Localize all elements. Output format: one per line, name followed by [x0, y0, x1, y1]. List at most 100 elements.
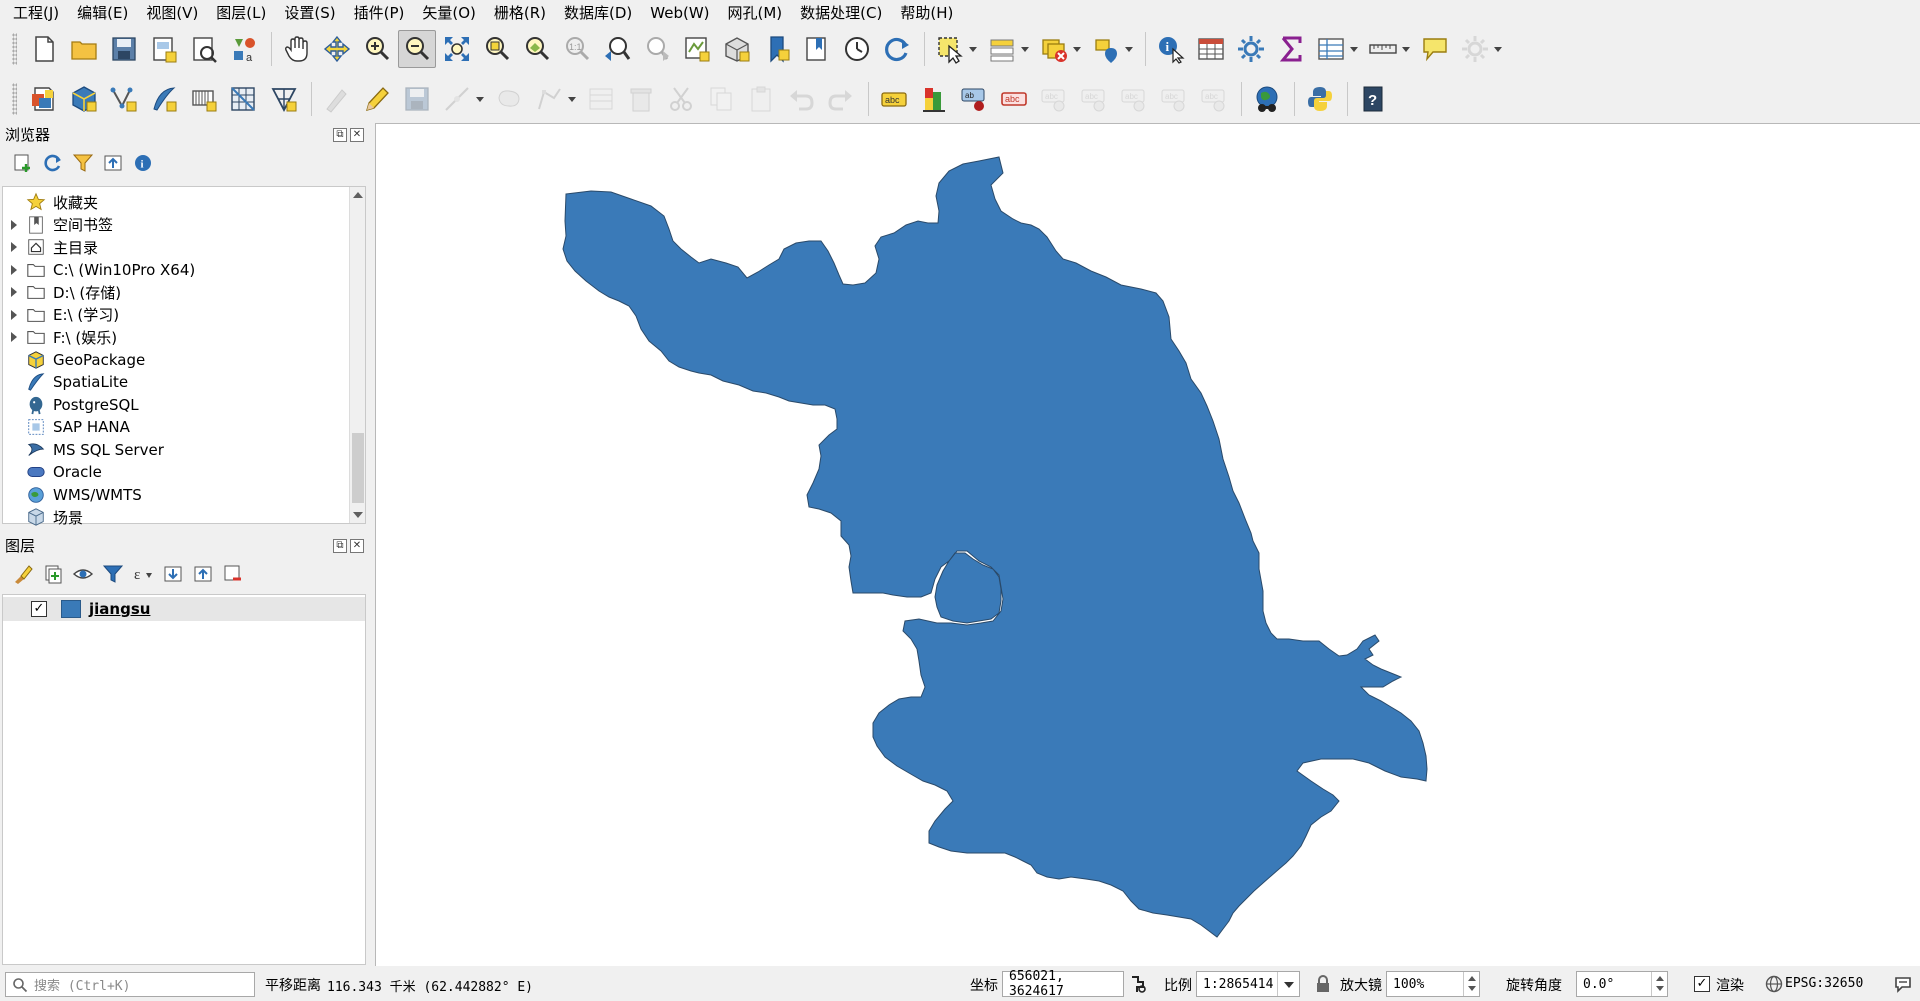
- zoom-full-icon[interactable]: [438, 30, 476, 68]
- cut-features-icon[interactable]: [662, 80, 700, 118]
- rotation-spinbox[interactable]: 0.0°: [1576, 971, 1668, 997]
- spin-arrows-icon[interactable]: [1651, 972, 1667, 996]
- browser-item[interactable]: 空间书签: [3, 214, 349, 237]
- toggle-editing-icon[interactable]: [358, 80, 396, 118]
- browser-item[interactable]: GeoPackage: [3, 349, 349, 372]
- paste-features-icon[interactable]: [742, 80, 780, 118]
- crs-button[interactable]: EPSG:32650: [1785, 976, 1863, 991]
- current-edits-icon[interactable]: [318, 80, 356, 118]
- open-styling-icon[interactable]: [8, 559, 38, 589]
- identify-features-icon[interactable]: i: [1152, 30, 1190, 68]
- menu-item-7[interactable]: 栅格(R): [485, 0, 555, 26]
- collapse-all-icon[interactable]: [98, 148, 128, 178]
- save-edits-icon[interactable]: [398, 80, 436, 118]
- zoom-to-selection-icon[interactable]: [478, 30, 516, 68]
- filter-icon[interactable]: [68, 148, 98, 178]
- new-spatialite-layer-icon[interactable]: [145, 80, 183, 118]
- select-location-icon[interactable]: [1087, 30, 1125, 68]
- float-panel-icon[interactable]: ⧉: [333, 128, 347, 142]
- data-source-manager-icon[interactable]: [25, 80, 63, 118]
- pan-to-selection-icon[interactable]: [318, 30, 356, 68]
- browser-item[interactable]: 主目录: [3, 236, 349, 259]
- magnifier-spinbox[interactable]: 100%: [1386, 971, 1480, 997]
- open-field-calculator-icon[interactable]: [1312, 30, 1350, 68]
- deselect-all-icon[interactable]: [1035, 30, 1073, 68]
- add-feature-icon[interactable]: [490, 80, 528, 118]
- zoom-next-icon[interactable]: [638, 30, 676, 68]
- close-panel-icon[interactable]: ✕: [350, 539, 364, 553]
- new-virtual-layer-icon[interactable]: [225, 80, 263, 118]
- delete-selected-icon[interactable]: [622, 80, 660, 118]
- scale-combobox[interactable]: 1:2865414: [1196, 971, 1300, 997]
- map-canvas[interactable]: [375, 123, 1920, 966]
- menu-item-0[interactable]: 工程(J): [4, 0, 68, 26]
- properties-icon[interactable]: i: [128, 148, 158, 178]
- style-manager-icon[interactable]: a: [225, 30, 263, 68]
- refresh-icon[interactable]: [878, 30, 916, 68]
- menu-item-12[interactable]: 帮助(H): [891, 0, 962, 26]
- help-icon[interactable]: ?: [1354, 80, 1392, 118]
- show-hide-labels-icon[interactable]: abc: [1075, 80, 1113, 118]
- crs-globe-icon[interactable]: [1765, 975, 1783, 993]
- new-temporary-layer-icon[interactable]: [185, 80, 223, 118]
- open-project-icon[interactable]: [65, 30, 103, 68]
- collapse-all-icon[interactable]: [188, 559, 218, 589]
- locator-search-input[interactable]: 搜索 (Ctrl+K): [5, 972, 255, 997]
- menu-item-10[interactable]: 网孔(M): [719, 0, 792, 26]
- vertex-tool-icon[interactable]: [530, 80, 568, 118]
- georeferencer-icon[interactable]: [1248, 80, 1286, 118]
- manage-visibility-icon[interactable]: [68, 559, 98, 589]
- chevron-down-icon[interactable]: [1277, 972, 1299, 996]
- new-bookmark-icon[interactable]: [758, 30, 796, 68]
- new-3d-map-view-icon[interactable]: [718, 30, 756, 68]
- pin-labels-icon[interactable]: ab: [955, 80, 993, 118]
- new-map-view-icon[interactable]: [678, 30, 716, 68]
- settings-disabled-icon[interactable]: [1456, 30, 1494, 68]
- save-project-icon[interactable]: [105, 30, 143, 68]
- expand-arrow-icon[interactable]: [7, 214, 21, 236]
- toolbox-icon[interactable]: [1232, 30, 1270, 68]
- new-print-layout-icon[interactable]: [145, 30, 183, 68]
- browser-item[interactable]: E:\ (学习): [3, 304, 349, 327]
- browser-item[interactable]: PostgreSQL: [3, 394, 349, 417]
- close-panel-icon[interactable]: ✕: [350, 128, 364, 142]
- expand-arrow-icon[interactable]: [7, 281, 21, 303]
- zoom-out-icon[interactable]: [398, 30, 436, 68]
- scroll-down-icon[interactable]: [350, 507, 366, 523]
- spin-arrows-icon[interactable]: [1463, 972, 1479, 996]
- change-label-icon[interactable]: abc: [1155, 80, 1193, 118]
- remove-layer-icon[interactable]: [218, 559, 248, 589]
- digitize-icon[interactable]: [438, 80, 476, 118]
- map-tips-icon[interactable]: [1416, 30, 1454, 68]
- move-label-icon[interactable]: abc: [1035, 80, 1073, 118]
- toggle-extents-icon[interactable]: [1128, 974, 1148, 994]
- browser-item[interactable]: 场景: [3, 506, 349, 529]
- new-mesh-layer-icon[interactable]: [265, 80, 303, 118]
- menu-item-2[interactable]: 视图(V): [137, 0, 207, 26]
- expand-arrow-icon[interactable]: [7, 236, 21, 258]
- browser-scrollbar[interactable]: [349, 187, 365, 523]
- toolbar-grip-handle[interactable]: [12, 83, 17, 115]
- undo-icon[interactable]: [782, 80, 820, 118]
- menu-item-1[interactable]: 编辑(E): [68, 0, 137, 26]
- browser-item[interactable]: SpatiaLite: [3, 371, 349, 394]
- browser-item[interactable]: 收藏夹: [3, 191, 349, 214]
- zoom-native-icon[interactable]: 1:1: [558, 30, 596, 68]
- python-console-icon[interactable]: [1301, 80, 1339, 118]
- modify-attributes-icon[interactable]: [582, 80, 620, 118]
- browser-item[interactable]: WMS/WMTS: [3, 484, 349, 507]
- menu-item-9[interactable]: Web(W): [641, 0, 718, 26]
- measure-line-icon[interactable]: [1364, 30, 1402, 68]
- browser-item[interactable]: SAP HANA: [3, 416, 349, 439]
- scroll-thumb[interactable]: [352, 433, 364, 503]
- refresh-icon[interactable]: [38, 148, 68, 178]
- add-selected-icon[interactable]: [8, 148, 38, 178]
- zoom-in-icon[interactable]: [358, 30, 396, 68]
- menu-item-11[interactable]: 数据处理(C): [791, 0, 891, 26]
- new-project-icon[interactable]: [25, 30, 63, 68]
- select-by-value-icon[interactable]: [983, 30, 1021, 68]
- browser-item[interactable]: Oracle: [3, 461, 349, 484]
- select-features-icon[interactable]: [931, 30, 969, 68]
- rotate-label-icon[interactable]: abc: [1115, 80, 1153, 118]
- highlight-labels-icon[interactable]: abc: [995, 80, 1033, 118]
